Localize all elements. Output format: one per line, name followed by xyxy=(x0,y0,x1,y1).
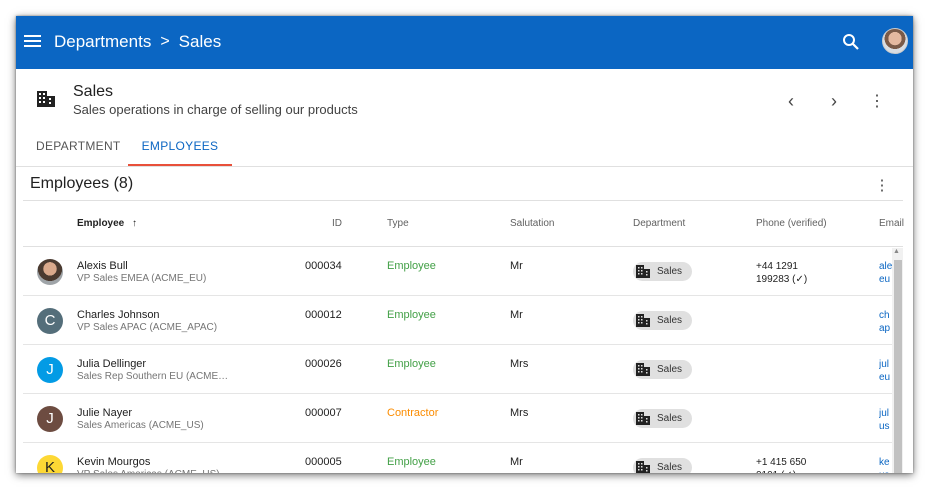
department-chip-label: Sales xyxy=(657,364,683,375)
more-vert-icon[interactable]: ⋮ xyxy=(867,91,887,111)
more-vert-icon[interactable]: ⋮ xyxy=(874,176,890,194)
department-chip-label: Sales xyxy=(657,413,683,424)
chevron-right-icon[interactable]: › xyxy=(824,91,844,112)
employee-role: VP Sales APAC (ACME_APAC) xyxy=(77,322,218,333)
column-header-employee[interactable]: Employee ↑ xyxy=(77,218,137,229)
building-icon xyxy=(636,265,650,278)
department-chip[interactable]: Sales xyxy=(633,409,692,428)
employee-id: 000007 xyxy=(305,407,342,419)
building-icon xyxy=(636,461,650,473)
page-subtitle: Sales operations in charge of selling ou… xyxy=(73,102,358,117)
breadcrumb-departments[interactable]: Departments xyxy=(54,32,151,52)
department-header: Sales Sales operations in charge of sell… xyxy=(16,69,913,166)
avatar: J xyxy=(37,406,63,432)
employee-id: 000034 xyxy=(305,260,342,272)
table-row[interactable]: Alexis Bull VP Sales EMEA (ACME_EU) 000034… xyxy=(23,247,903,296)
building-icon xyxy=(37,91,55,107)
divider xyxy=(23,200,903,201)
sort-ascending-icon[interactable]: ↑ xyxy=(132,218,137,229)
employee-role: VP Sales EMEA (ACME_EU) xyxy=(77,273,207,284)
tab-department[interactable]: DEPARTMENT xyxy=(36,139,121,167)
employee-id: 000026 xyxy=(305,358,342,370)
column-header-phone[interactable]: Phone (verified) xyxy=(756,218,827,229)
employee-type: Contractor xyxy=(387,407,439,419)
app-bar: Departments > Sales xyxy=(16,16,913,69)
employee-phone: +1 415 6500101 (✓) xyxy=(756,456,826,473)
avatar: K xyxy=(37,455,63,473)
table-row[interactable]: J Julie Nayer Sales Americas (ACME_US) 0000… xyxy=(23,394,903,443)
column-header-type[interactable]: Type xyxy=(387,218,409,229)
tab-employees[interactable]: EMPLOYEES xyxy=(128,139,232,167)
breadcrumb: Departments > Sales xyxy=(54,32,221,52)
phone-line: +44 1291 xyxy=(756,261,798,272)
building-icon xyxy=(636,412,650,425)
avatar: J xyxy=(37,357,63,383)
employee-role: Sales Americas (ACME_US) xyxy=(77,420,204,431)
employee-type: Employee xyxy=(387,358,436,370)
employee-salutation: Mr xyxy=(510,309,523,321)
user-avatar[interactable] xyxy=(882,28,908,54)
employee-name: Alexis Bull xyxy=(77,260,128,272)
employee-name: Kevin Mourgos xyxy=(77,456,151,468)
column-header-email[interactable]: Email xyxy=(879,218,904,229)
avatar xyxy=(37,259,63,285)
employee-salutation: Mr xyxy=(510,260,523,272)
employee-name: Julie Nayer xyxy=(77,407,133,419)
column-header-salutation[interactable]: Salutation xyxy=(510,218,554,229)
employee-id: 000012 xyxy=(305,309,342,321)
phone-line: +1 415 650 xyxy=(756,457,807,468)
scroll-thumb[interactable] xyxy=(894,260,902,473)
building-icon xyxy=(636,363,650,376)
department-chip[interactable]: Sales xyxy=(633,458,692,473)
chevron-right-icon: > xyxy=(160,33,170,50)
active-tab-indicator xyxy=(128,164,232,166)
department-chip[interactable]: Sales xyxy=(633,311,692,330)
vertical-scrollbar[interactable]: ▲ xyxy=(892,248,903,473)
app-window: Departments > Sales Sales Sales operatio… xyxy=(16,16,913,473)
employee-role: VP Sales Americas (ACME_US) xyxy=(77,469,220,473)
department-chip[interactable]: Sales xyxy=(633,360,692,379)
employee-type: Employee xyxy=(387,260,436,272)
building-icon xyxy=(636,314,650,327)
table-row[interactable]: C Charles Johnson VP Sales APAC (ACME_APAC… xyxy=(23,296,903,345)
table-row[interactable]: J Julia Dellinger Sales Rep Southern EU (A… xyxy=(23,345,903,394)
department-chip-label: Sales xyxy=(657,315,683,326)
chevron-left-icon[interactable]: ‹ xyxy=(781,91,801,112)
table-row[interactable]: K Kevin MourgosVP Sales Americas (ACME_US… xyxy=(23,443,903,473)
page-title: Sales xyxy=(73,83,114,100)
department-chip-label: Sales xyxy=(657,266,683,277)
employee-id: 000005 xyxy=(305,456,342,468)
phone-line: 199283 (✓) xyxy=(756,274,808,285)
employee-salutation: Mrs xyxy=(510,358,529,370)
employee-phone: +44 1291 199283 (✓) xyxy=(756,260,826,286)
phone-line: 0101 (✓) xyxy=(756,469,826,473)
employee-name: Charles Johnson xyxy=(77,309,160,321)
column-header-department[interactable]: Department xyxy=(633,218,685,229)
employees-title: Employees (8) xyxy=(30,175,134,192)
scroll-up-icon[interactable]: ▲ xyxy=(893,248,900,255)
employee-type: Employee xyxy=(387,309,436,321)
column-header-id[interactable]: ID xyxy=(332,218,342,229)
department-chip[interactable]: Sales xyxy=(633,262,692,281)
employee-type: Employee xyxy=(387,456,436,468)
employee-salutation: Mr xyxy=(510,456,523,468)
employee-salutation: Mrs xyxy=(510,407,529,419)
avatar: C xyxy=(37,308,63,334)
department-chip-label: Sales xyxy=(657,462,683,473)
employee-name: Julia Dellinger xyxy=(77,358,147,370)
search-icon[interactable] xyxy=(842,33,860,51)
hamburger-menu-icon[interactable] xyxy=(24,32,41,52)
breadcrumb-sales: Sales xyxy=(178,32,222,51)
employee-role: Sales Rep Southern EU (ACME… xyxy=(77,371,229,382)
